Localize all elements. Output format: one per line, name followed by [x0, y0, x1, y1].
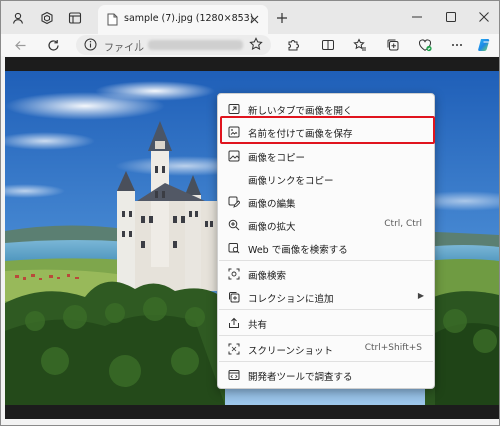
page-icon — [107, 13, 118, 29]
favorite-star-icon[interactable] — [249, 37, 263, 54]
menu-item-zoom-image[interactable]: 画像の拡大 Ctrl, Ctrl — [218, 214, 434, 236]
file-scheme-label: ファイル — [104, 43, 144, 54]
menu-item-shortcut: Ctrl+Shift+S — [364, 343, 422, 353]
tab-strip: sample (7).jpg (1280×853) — [1, 1, 499, 34]
close-window-icon[interactable] — [473, 7, 495, 27]
browser-essentials-icon[interactable] — [415, 35, 435, 55]
menu-item-label: スクリーンショット — [248, 346, 334, 357]
workspaces-icon[interactable] — [37, 8, 57, 28]
web-search-icon — [227, 241, 241, 255]
url-redacted — [148, 40, 243, 50]
menu-item-inspect[interactable]: 開発者ツールで調査する — [218, 364, 434, 386]
menu-item-label: 画像をコピー — [248, 153, 306, 164]
address-bar[interactable]: ファイル — [76, 35, 271, 55]
split-screen-icon[interactable] — [318, 35, 338, 55]
minimize-icon[interactable] — [406, 7, 428, 27]
menu-divider — [219, 260, 433, 261]
menu-divider — [219, 309, 433, 310]
menu-item-copy-image-link[interactable]: 画像リンクをコピー — [218, 168, 434, 190]
menu-item-label: 画像の拡大 — [248, 222, 296, 233]
zoom-in-icon — [227, 218, 241, 232]
copy-image-icon — [227, 149, 241, 163]
menu-item-label: 画像検索 — [248, 271, 287, 282]
menu-item-search-web-image[interactable]: Web で画像を検索する — [218, 237, 434, 259]
menu-item-image-search[interactable]: 画像検索 — [218, 263, 434, 285]
menu-divider — [219, 335, 433, 336]
menu-item-label: コレクションに追加 — [248, 294, 334, 305]
menu-item-share[interactable]: 共有 — [218, 312, 434, 334]
info-icon[interactable] — [84, 38, 97, 54]
collections-icon — [227, 290, 241, 304]
favorites-icon[interactable] — [350, 35, 370, 55]
collections-toolbar-icon[interactable] — [383, 35, 403, 55]
close-tab-icon[interactable] — [247, 12, 261, 26]
menu-item-label: 画像リンクをコピー — [248, 176, 334, 187]
profile-icon[interactable] — [8, 8, 28, 28]
highlight-box — [220, 116, 435, 144]
extensions-icon[interactable] — [283, 35, 303, 55]
address-divider — [139, 40, 140, 50]
new-tab-icon[interactable] — [273, 9, 291, 27]
menu-item-screenshot[interactable]: スクリーンショット Ctrl+Shift+S — [218, 338, 434, 360]
menu-item-label: Web で画像を検索する — [248, 245, 348, 256]
browser-window: sample (7).jpg (1280×853) ファイル 新しいタブで画像を… — [0, 0, 500, 426]
tab-actions-icon[interactable] — [65, 8, 85, 28]
tab-title: sample (7).jpg (1280×853) — [124, 13, 254, 24]
toolbar: ファイル — [1, 34, 499, 56]
submenu-arrow-icon: ▶ — [417, 291, 424, 300]
edit-image-icon — [227, 195, 241, 209]
menu-item-copy-image[interactable]: 画像をコピー — [218, 145, 434, 167]
tab-active[interactable]: sample (7).jpg (1280×853) — [98, 5, 268, 34]
screenshot-icon — [227, 342, 241, 356]
menu-item-label: 新しいタブで画像を開く — [248, 106, 353, 117]
menu-item-label: 開発者ツールで調査する — [248, 372, 353, 383]
share-icon — [227, 316, 241, 330]
menu-item-shortcut: Ctrl, Ctrl — [384, 219, 422, 229]
menu-divider — [219, 361, 433, 362]
new-tab-icon — [227, 102, 241, 116]
menu-item-add-to-collections[interactable]: コレクションに追加 ▶ — [218, 286, 434, 308]
refresh-icon[interactable] — [43, 35, 63, 55]
more-options-icon[interactable] — [447, 35, 467, 55]
menu-item-label: 画像の編集 — [248, 199, 296, 210]
menu-item-label: 共有 — [248, 320, 268, 331]
back-icon[interactable] — [10, 35, 30, 55]
copilot-icon[interactable] — [475, 35, 495, 55]
devtools-icon — [227, 368, 241, 382]
visual-search-icon — [227, 267, 241, 281]
menu-item-edit-image[interactable]: 画像の編集 — [218, 191, 434, 213]
maximize-icon[interactable] — [440, 7, 462, 27]
